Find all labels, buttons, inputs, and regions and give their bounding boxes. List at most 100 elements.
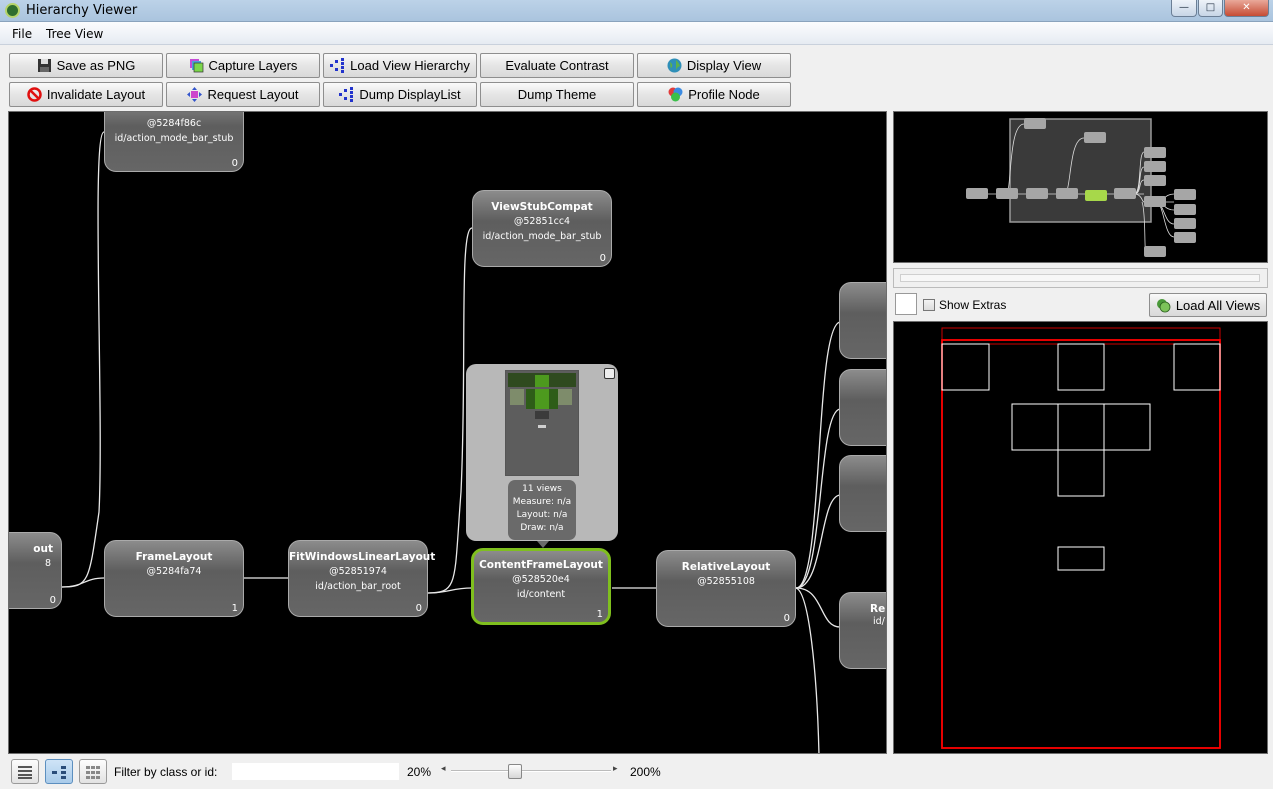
- node-index: 0: [415, 603, 422, 614]
- tree-node[interactable]: [839, 455, 886, 532]
- selected-node-marker: [1085, 190, 1107, 201]
- app-icon: [5, 3, 20, 18]
- request-layout-label: Request Layout: [207, 87, 299, 102]
- node-class: RelativeLayout: [681, 561, 771, 573]
- zoom-slider[interactable]: ◂ ▸: [437, 763, 623, 780]
- node-index: 0: [49, 595, 56, 606]
- capture-layers-button[interactable]: Capture Layers: [166, 53, 320, 78]
- save-as-png-button[interactable]: Save as PNG: [9, 53, 163, 78]
- dump-displaylist-label: Dump DisplayList: [359, 87, 461, 102]
- cross-arrows-icon: [187, 87, 203, 102]
- selected-view-outline: [941, 339, 1221, 749]
- tree-node-relativelayout[interactable]: RelativeLayout @52855108 0: [656, 550, 796, 627]
- tree-node-contentframelayout[interactable]: ContentFrameLayout @528520e4 id/content …: [471, 548, 611, 625]
- node-address: @52851974: [329, 566, 387, 577]
- close-icon: ✕: [1242, 2, 1251, 13]
- properties-scrollbar[interactable]: [900, 274, 1260, 282]
- overlay-color-swatch[interactable]: [895, 293, 917, 315]
- no-entry-icon: [27, 87, 42, 102]
- hierarchy-icon: [330, 58, 345, 73]
- tree-node[interactable]: [839, 282, 886, 359]
- node-index: 0: [231, 158, 238, 169]
- node-class: out: [33, 543, 53, 555]
- tree-view-canvas[interactable]: Rel id/ ViewStub @5284f86c id/action_mod…: [8, 111, 887, 754]
- maximize-button[interactable]: □: [1198, 0, 1223, 17]
- minimize-icon: —: [1179, 2, 1189, 13]
- tree-node-relative-partial[interactable]: Rel id/: [839, 592, 887, 669]
- minimap-graph: [966, 118, 1196, 257]
- node-index: 1: [231, 603, 238, 614]
- request-layout-button[interactable]: Request Layout: [166, 82, 320, 107]
- close-popup-icon[interactable]: [604, 368, 615, 379]
- slider-thumb[interactable]: [507, 764, 522, 779]
- node-class: ContentFrameLayout: [479, 559, 603, 571]
- menu-file[interactable]: File: [12, 27, 32, 41]
- layout-options-bar: Show Extras Load All Views: [893, 292, 1268, 319]
- dump-displaylist-button[interactable]: Dump DisplayList: [323, 82, 477, 107]
- show-extras-checkbox[interactable]: Show Extras: [923, 298, 1006, 312]
- grid-view-button[interactable]: [79, 759, 107, 784]
- load-all-views-button[interactable]: Load All Views: [1149, 293, 1267, 317]
- node-id: id/action_bar_root: [315, 581, 401, 592]
- views-count: 11 views: [522, 484, 562, 494]
- node-address: @5284f86c: [146, 118, 202, 129]
- layers-icon: [189, 59, 203, 73]
- show-extras-label: Show Extras: [939, 298, 1007, 312]
- grid-icon: [86, 765, 100, 779]
- hierarchy-viewer-window: Hierarchy Viewer — □ ✕ File Tree View Sa…: [0, 0, 1273, 789]
- evaluate-contrast-label: Evaluate Contrast: [505, 58, 609, 73]
- tree-node[interactable]: [839, 369, 886, 446]
- tree-node-fitwindowslinearlayout[interactable]: FitWindowsLinearLayout @52851974 id/acti…: [288, 540, 436, 617]
- checkbox-box[interactable]: [923, 299, 935, 311]
- lines-icon: [18, 765, 32, 779]
- filter-input[interactable]: [231, 762, 400, 781]
- connection-line: [61, 131, 105, 588]
- connection-line: [427, 587, 473, 594]
- layers-globe-icon: [1156, 298, 1171, 312]
- layout-preview[interactable]: [893, 321, 1268, 754]
- node-address: @52855108: [697, 576, 755, 587]
- zoom-max-label: 200%: [630, 765, 661, 779]
- layout-wireframe: [941, 327, 1221, 749]
- slider-right-arrow-icon[interactable]: ▸: [613, 764, 618, 774]
- load-all-views-label: Load All Views: [1175, 297, 1261, 313]
- popup-pointer: [537, 541, 549, 548]
- close-button[interactable]: ✕: [1224, 0, 1269, 17]
- tree-node-framelayout[interactable]: FrameLayout @5284fa74 1: [104, 540, 244, 617]
- measure-time: Measure: n/a: [512, 497, 572, 507]
- node-address: @52851cc4: [513, 216, 571, 227]
- tree-node-left-partial[interactable]: out 8 0: [9, 532, 62, 609]
- load-view-hierarchy-label: Load View Hierarchy: [350, 58, 470, 73]
- dump-theme-button[interactable]: Dump Theme: [480, 82, 634, 107]
- minimize-button[interactable]: —: [1171, 0, 1197, 17]
- capture-layers-label: Capture Layers: [208, 58, 298, 73]
- node-id: id/content: [516, 589, 566, 600]
- node-class: Rel: [870, 603, 887, 615]
- profile-node-label: Profile Node: [688, 87, 760, 102]
- display-view-button[interactable]: Display View: [637, 53, 791, 78]
- node-class: FitWindowsLinearLayout: [289, 551, 436, 563]
- palette-icon: [668, 87, 683, 102]
- slider-left-arrow-icon[interactable]: ◂: [441, 764, 446, 774]
- tree-view-button[interactable]: [45, 759, 73, 784]
- node-id: id/: [873, 616, 885, 627]
- invalidate-layout-button[interactable]: Invalidate Layout: [9, 82, 163, 107]
- text-view-button[interactable]: [11, 759, 39, 784]
- connection-line: [795, 494, 841, 589]
- tree-layout-icon: [52, 765, 66, 779]
- profile-node-button[interactable]: Profile Node: [637, 82, 791, 107]
- tree-node-viewstubcompat[interactable]: ViewStubCompat @52851cc4 id/action_mode_…: [472, 190, 612, 267]
- tree-overview-minimap[interactable]: [893, 111, 1268, 263]
- node-class: FrameLayout: [135, 551, 213, 563]
- node-detail-popup: 11 views Measure: n/a Layout: n/a Draw: …: [466, 364, 618, 541]
- load-view-hierarchy-button[interactable]: Load View Hierarchy: [323, 53, 477, 78]
- dump-theme-label: Dump Theme: [517, 87, 597, 102]
- display-view-label: Display View: [686, 58, 762, 73]
- save-as-png-label: Save as PNG: [56, 58, 136, 73]
- menu-tree-view[interactable]: Tree View: [46, 27, 103, 41]
- properties-panel: [893, 268, 1268, 288]
- node-address: @528520e4: [512, 574, 570, 585]
- hierarchy-icon: [339, 87, 354, 102]
- tree-node-viewstub[interactable]: ViewStub @5284f86c id/action_mode_bar_st…: [104, 112, 244, 172]
- evaluate-contrast-button[interactable]: Evaluate Contrast: [480, 53, 634, 78]
